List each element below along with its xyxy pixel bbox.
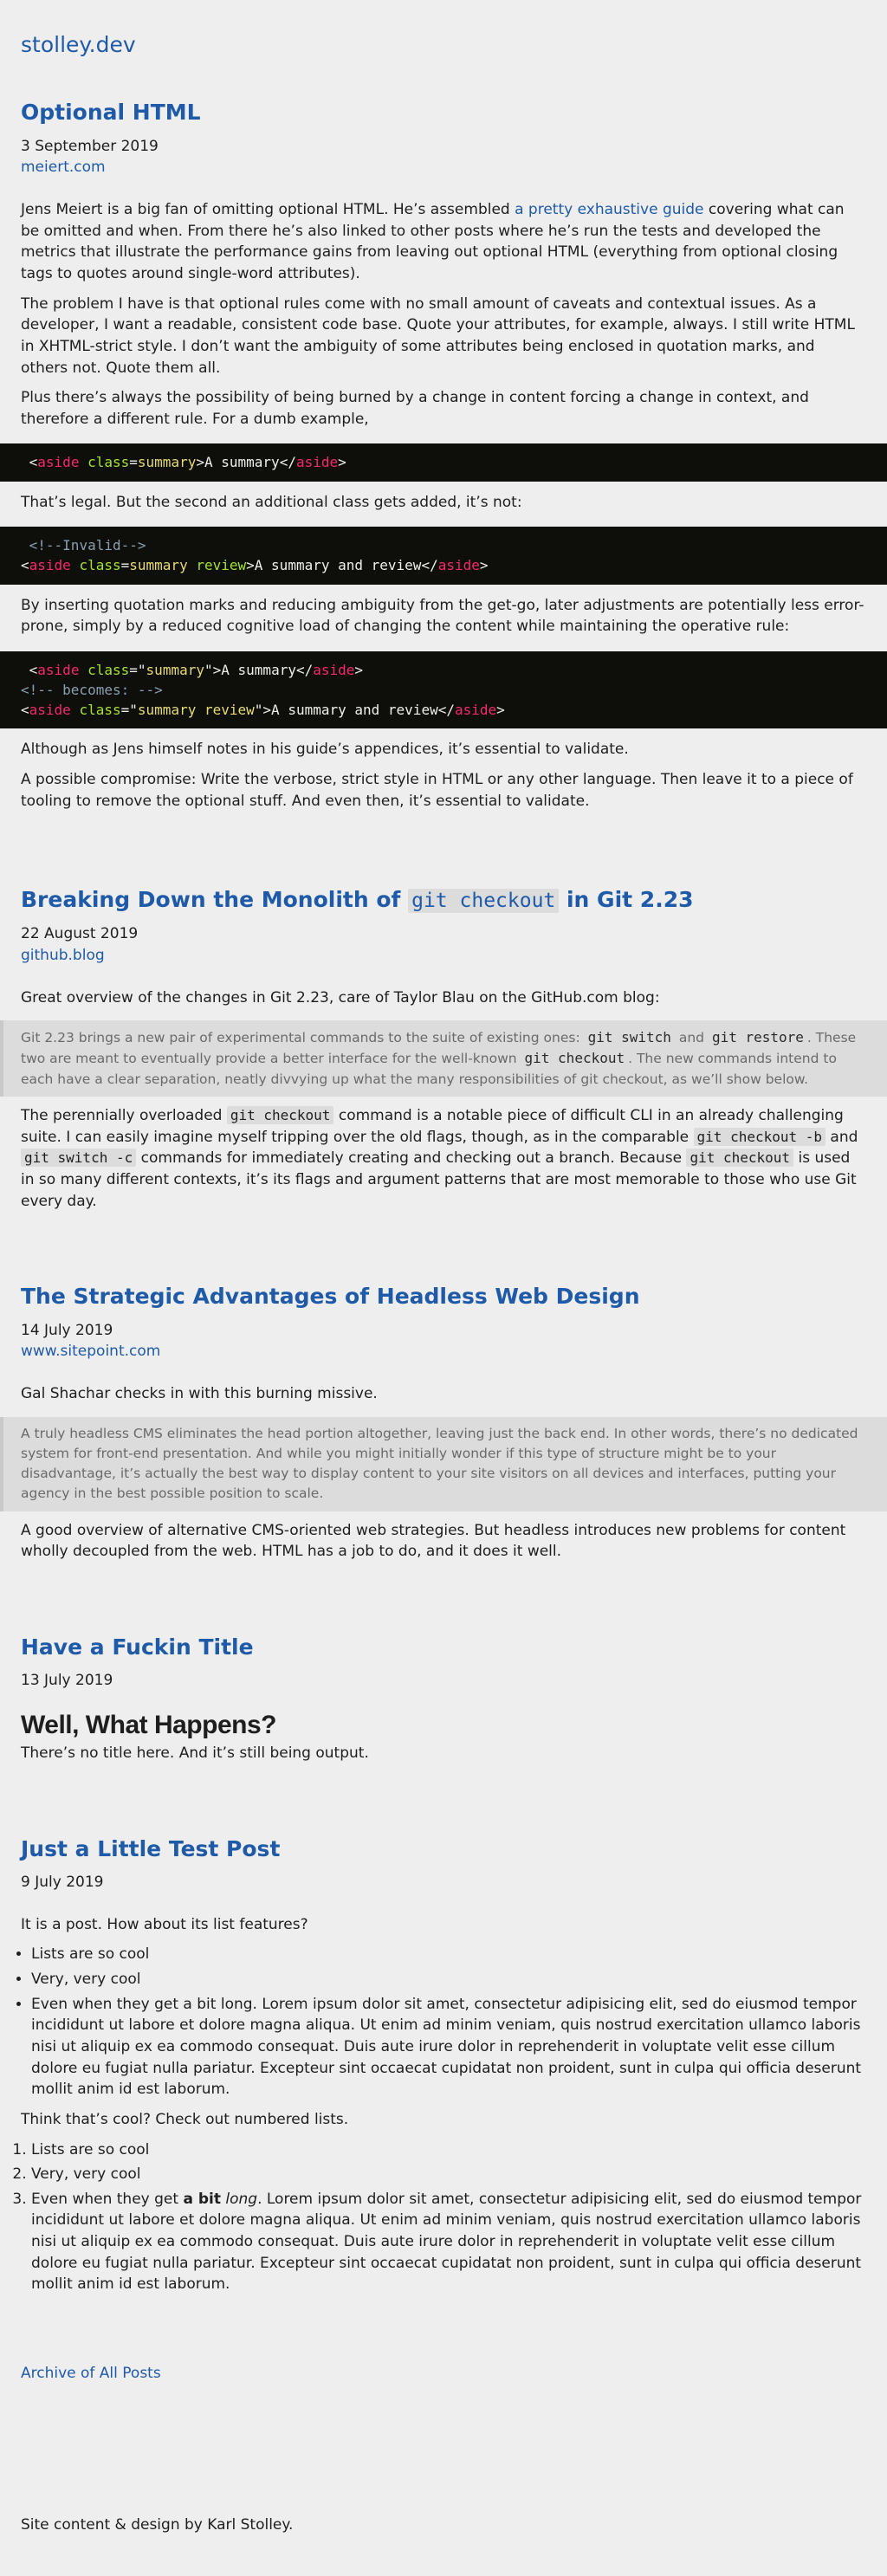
post-paragraph: There’s no title here. And it’s still be… — [21, 1744, 369, 1763]
inline-code: git checkout — [408, 889, 560, 914]
site-title-link[interactable]: stolley.dev — [21, 29, 136, 61]
post-paragraph: Great overview of the changes in Git 2.2… — [21, 988, 660, 1006]
post-title[interactable]: Have a Fuckin Title — [21, 1634, 866, 1662]
list-item: Lists are so cool — [31, 1944, 866, 1965]
post-heading: Well, What Happens? — [21, 1711, 276, 1740]
post-have-a-title: Have a Fuckin Title 13 July 2019 Well, W… — [21, 1634, 866, 1764]
post-title[interactable]: Optional HTML — [21, 99, 866, 127]
post-headless: The Strategic Advantages of Headless Web… — [0, 1283, 887, 1563]
list-item: Very, very cool — [31, 1969, 866, 1990]
code-block: <!--Invalid--> <aside class=summary revi… — [0, 527, 887, 585]
code-block: <aside class=summary>A summary</aside> — [0, 443, 887, 482]
list-item: Very, very cool — [31, 2164, 866, 2185]
archive-link[interactable]: Archive of All Posts — [21, 2363, 161, 2385]
post-date: 22 August 2019 — [21, 925, 139, 943]
post-paragraph: Think that’s cool? Check out numbered li… — [21, 2110, 349, 2128]
post-paragraph: A possible compromise: Write the verbose… — [21, 771, 853, 810]
list-item: Even when they get a bit long. Lorem ips… — [31, 1994, 866, 2100]
post-paragraph: Jens Meiert is a big fan of omitting opt… — [21, 201, 845, 282]
post-optional-html: Optional HTML 3 September 2019 meiert.co… — [0, 99, 887, 812]
post-date: 14 July 2019 — [21, 1321, 113, 1339]
post-paragraph: Although as Jens himself notes in his gu… — [21, 741, 629, 759]
post-paragraph: Plus there’s always the possibility of b… — [21, 389, 809, 428]
post-date: 9 July 2019 — [21, 1874, 104, 1892]
post-paragraph: Gal Shachar checks in with this burning … — [21, 1384, 378, 1402]
code-block: <aside class="summary">A summary</aside>… — [0, 650, 887, 729]
post-paragraph: A good overview of alternative CMS-orien… — [21, 1521, 846, 1561]
site-footer: Site content & design by Karl Stolley. — [21, 2515, 294, 2534]
page: stolley.dev Optional HTML 3 September 20… — [0, 0, 887, 2561]
post-title[interactable]: Just a Little Test Post — [21, 1835, 866, 1864]
post-source-link[interactable]: www.sitepoint.com — [21, 1341, 866, 1362]
post-date: 13 July 2019 — [21, 1672, 113, 1690]
list-item: Even when they get a bit long. Lorem ips… — [31, 2189, 866, 2295]
guide-link[interactable]: a pretty exhaustive guide — [515, 201, 703, 218]
post-paragraph: By inserting quotation marks and reducin… — [21, 596, 864, 636]
post-title[interactable]: The Strategic Advantages of Headless Web… — [21, 1283, 866, 1311]
post-test: Just a Little Test Post 9 July 2019 It i… — [21, 1835, 866, 2295]
list-item: Lists are so cool — [31, 2139, 866, 2161]
blockquote: Git 2.23 brings a new pair of experiment… — [0, 1020, 887, 1097]
post-source-link[interactable]: meiert.com — [21, 157, 866, 178]
blockquote: A truly headless CMS eliminates the head… — [0, 1416, 887, 1511]
post-git-checkout: Breaking Down the Monolith of git checko… — [0, 886, 887, 1212]
post-paragraph: The problem I have is that optional rule… — [21, 294, 855, 377]
post-paragraph: It is a post. How about its list feature… — [21, 1915, 308, 1933]
post-source-link[interactable]: github.blog — [21, 945, 866, 967]
numbered-list: Lists are so cool Very, very cool Even w… — [21, 2139, 866, 2295]
post-paragraph: That’s legal. But the second an addition… — [21, 493, 522, 511]
post-date: 3 September 2019 — [21, 137, 159, 155]
post-paragraph: The perennially overloaded git checkout … — [21, 1105, 858, 1210]
bulleted-list: Lists are so cool Very, very cool Even w… — [21, 1944, 866, 2100]
post-title[interactable]: Breaking Down the Monolith of git checko… — [21, 886, 866, 915]
